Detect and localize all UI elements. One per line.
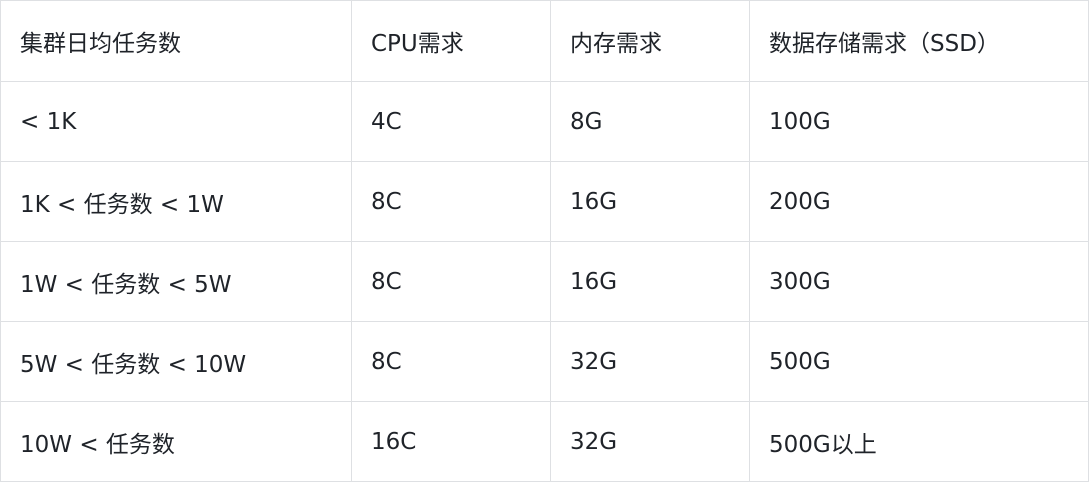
cell-memory: 8G [550,81,750,162]
cell-storage: 100G [749,81,1089,162]
cell-task-count: 10W < 任务数 [0,401,352,482]
cell-task-count: 1W < 任务数 < 5W [0,241,352,322]
cell-storage: 300G [749,241,1089,322]
cell-memory: 16G [550,241,750,322]
cell-memory: 32G [550,321,750,402]
cell-memory: 32G [550,401,750,482]
requirements-table: 集群日均任务数 CPU需求 内存需求 数据存储需求（SSD） < 1K 4C 8… [0,0,1089,482]
table-row: 1W < 任务数 < 5W 8C 16G 300G [0,241,1089,322]
cell-cpu: 8C [351,321,551,402]
header-memory-requirement: 内存需求 [550,0,750,82]
cell-storage: 500G以上 [749,401,1089,482]
cell-cpu: 4C [351,81,551,162]
cell-memory: 16G [550,161,750,242]
cell-task-count: < 1K [0,81,352,162]
header-cpu-requirement: CPU需求 [351,0,551,82]
table-row: 5W < 任务数 < 10W 8C 32G 500G [0,321,1089,402]
cell-cpu: 8C [351,161,551,242]
cell-task-count: 1K < 任务数 < 1W [0,161,352,242]
cell-storage: 200G [749,161,1089,242]
table-row: < 1K 4C 8G 100G [0,81,1089,162]
table-row: 10W < 任务数 16C 32G 500G以上 [0,401,1089,482]
cell-cpu: 16C [351,401,551,482]
cell-cpu: 8C [351,241,551,322]
table-row: 1K < 任务数 < 1W 8C 16G 200G [0,161,1089,242]
header-daily-task-count: 集群日均任务数 [0,0,352,82]
cell-storage: 500G [749,321,1089,402]
header-storage-requirement: 数据存储需求（SSD） [749,0,1089,82]
requirements-table-container: 集群日均任务数 CPU需求 内存需求 数据存储需求（SSD） < 1K 4C 8… [0,0,1089,482]
cell-task-count: 5W < 任务数 < 10W [0,321,352,402]
table-header-row: 集群日均任务数 CPU需求 内存需求 数据存储需求（SSD） [0,0,1089,82]
